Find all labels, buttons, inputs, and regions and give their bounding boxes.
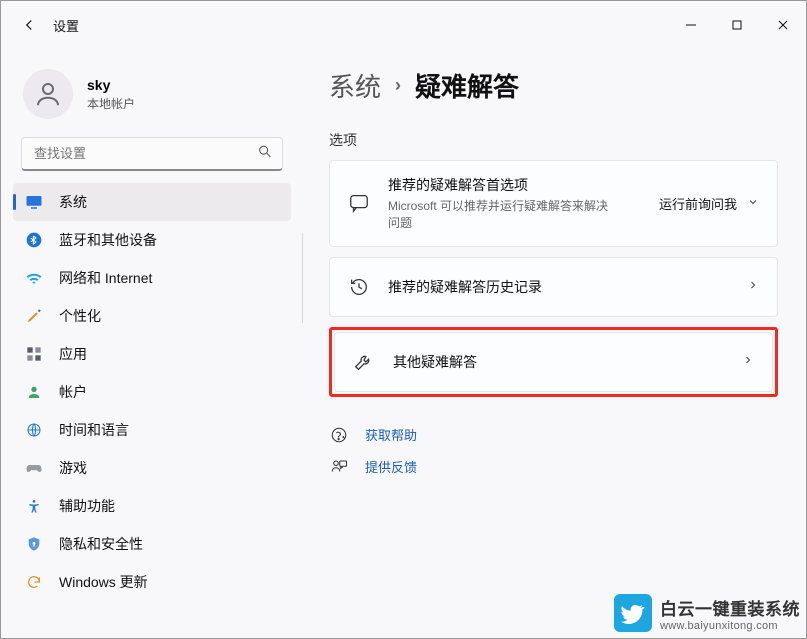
arrow-left-icon	[20, 16, 38, 34]
nav-label: 隐私和安全性	[59, 534, 143, 554]
nav-label: 个性化	[59, 306, 101, 326]
close-button[interactable]	[760, 9, 806, 41]
card-other-troubleshoot[interactable]: 其他疑难解答	[334, 332, 773, 392]
card-title: 其他疑难解答	[393, 352, 477, 372]
content-pane: 系统 › 疑难解答 选项 推荐的疑难解答首选项 Microsoft 可以推荐并运…	[303, 49, 806, 639]
paintbrush-icon	[25, 307, 43, 325]
link-feedback[interactable]: 提供反馈	[329, 451, 778, 483]
nav-list: 系统 蓝牙和其他设备 网络和 Internet 个性化 应用	[1, 183, 303, 601]
nav-item-privacy[interactable]: 隐私和安全性	[13, 525, 291, 563]
pref-dropdown[interactable]: 运行前询问我	[659, 194, 759, 213]
section-label: 选项	[329, 130, 778, 150]
card-troubleshoot-history[interactable]: 推荐的疑难解答历史记录	[329, 257, 778, 317]
watermark: 白云一键重装系统 www.baiyunxitong.com	[614, 594, 800, 632]
nav-item-bluetooth[interactable]: 蓝牙和其他设备	[13, 221, 291, 259]
link-label: 获取帮助	[365, 425, 417, 444]
page-title: 疑难解答	[415, 67, 519, 104]
wrench-icon	[353, 351, 375, 373]
display-icon	[25, 193, 43, 211]
link-label: 提供反馈	[365, 457, 417, 476]
watermark-badge	[614, 594, 652, 632]
accessibility-icon	[25, 497, 43, 515]
card-subtitle: Microsoft 可以推荐并运行疑难解答来解决问题	[388, 198, 618, 232]
nav-item-network[interactable]: 网络和 Internet	[13, 259, 291, 297]
link-get-help[interactable]: 获取帮助	[329, 419, 778, 451]
maximize-button[interactable]	[714, 9, 760, 41]
nav-item-windows-update[interactable]: Windows 更新	[13, 563, 291, 601]
breadcrumb-parent[interactable]: 系统	[329, 67, 381, 104]
card-title: 推荐的疑难解答首选项	[388, 175, 641, 195]
nav-item-system[interactable]: 系统	[13, 183, 291, 221]
help-icon	[329, 425, 349, 445]
shield-icon	[25, 535, 43, 553]
nav-label: 系统	[59, 192, 87, 212]
wifi-icon	[25, 269, 43, 287]
apps-icon	[25, 345, 43, 363]
card-title: 推荐的疑难解答历史记录	[388, 277, 542, 297]
breadcrumb: 系统 › 疑难解答	[329, 67, 778, 104]
chevron-right-icon	[747, 278, 759, 296]
pref-value: 运行前询问我	[659, 194, 737, 213]
title-bar: 设置	[1, 1, 806, 49]
gamepad-icon	[25, 459, 43, 477]
window-title: 设置	[53, 16, 79, 35]
chevron-right-icon	[742, 353, 754, 371]
bird-icon	[621, 601, 645, 625]
history-icon	[348, 276, 370, 298]
search-icon	[257, 144, 273, 165]
nav-label: 时间和语言	[59, 420, 129, 440]
nav-label: Windows 更新	[59, 572, 148, 592]
nav-item-accounts[interactable]: 帐户	[13, 373, 291, 411]
user-name: sky	[87, 77, 135, 93]
nav-label: 辅助功能	[59, 496, 115, 516]
sidebar: sky 本地帐户 系统 蓝牙和其他设备	[1, 49, 303, 639]
nav-item-gaming[interactable]: 游戏	[13, 449, 291, 487]
nav-label: 网络和 Internet	[59, 268, 152, 288]
chevron-down-icon	[747, 196, 759, 211]
chevron-right-icon: ›	[395, 75, 401, 96]
nav-item-time-language[interactable]: 时间和语言	[13, 411, 291, 449]
nav-label: 应用	[59, 344, 87, 364]
bluetooth-icon	[25, 231, 43, 249]
user-profile[interactable]: sky 本地帐户	[1, 61, 303, 137]
person-icon	[33, 79, 63, 109]
nav-label: 游戏	[59, 458, 87, 478]
highlight-box: 其他疑难解答	[329, 327, 778, 397]
nav-label: 帐户	[59, 382, 87, 402]
nav-item-accessibility[interactable]: 辅助功能	[13, 487, 291, 525]
help-links: 获取帮助 提供反馈	[329, 419, 778, 483]
user-account-type: 本地帐户	[87, 95, 135, 112]
feedback-icon	[329, 457, 349, 477]
minimize-button[interactable]	[668, 9, 714, 41]
card-troubleshoot-pref[interactable]: 推荐的疑难解答首选项 Microsoft 可以推荐并运行疑难解答来解决问题 运行…	[329, 160, 778, 247]
account-icon	[25, 383, 43, 401]
maximize-icon	[731, 19, 743, 31]
avatar	[23, 69, 73, 119]
close-icon	[777, 19, 789, 31]
search-input[interactable]	[21, 137, 283, 171]
settings-window: 设置 sky 本地帐户	[0, 0, 807, 639]
nav-label: 蓝牙和其他设备	[59, 230, 157, 250]
nav-item-apps[interactable]: 应用	[13, 335, 291, 373]
globe-icon	[25, 421, 43, 439]
watermark-url: www.baiyunxitong.com	[660, 620, 800, 632]
chat-icon	[348, 192, 370, 214]
watermark-title: 白云一键重装系统	[660, 595, 800, 620]
nav-item-personalization[interactable]: 个性化	[13, 297, 291, 335]
update-icon	[25, 573, 43, 591]
minimize-icon	[685, 19, 697, 31]
back-button[interactable]	[9, 5, 49, 45]
